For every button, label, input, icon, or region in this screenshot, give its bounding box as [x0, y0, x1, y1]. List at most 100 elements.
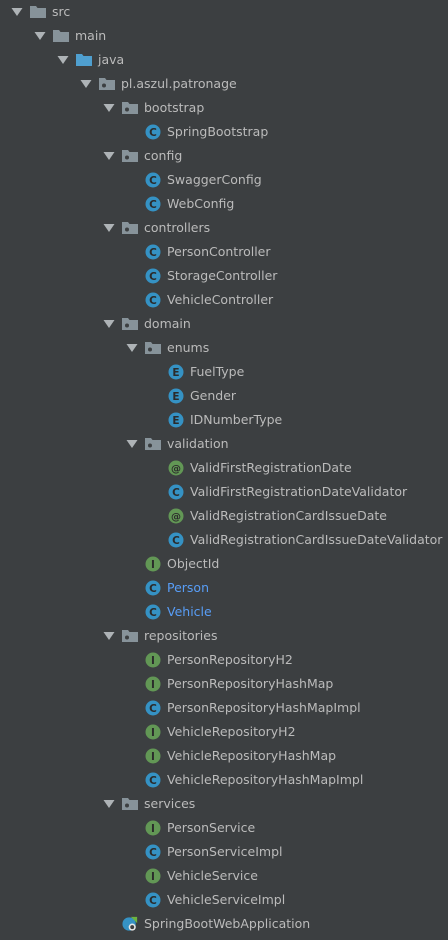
tree-row-label: config [144, 148, 183, 163]
tree-row-services[interactable]: services [0, 792, 448, 816]
tree-row-personrepositoryhashmapimpl[interactable]: C PersonRepositoryHashMapImpl [0, 696, 448, 720]
svg-text:C: C [149, 175, 157, 187]
expand-arrow-icon[interactable] [103, 317, 115, 331]
folder-icon [30, 4, 46, 20]
tree-row-vehiclerepositoryh2[interactable]: I VehicleRepositoryH2 [0, 720, 448, 744]
svg-text:C: C [149, 703, 157, 715]
expand-arrow-icon[interactable] [103, 101, 115, 115]
interface-icon: I [145, 868, 161, 884]
tree-row-person[interactable]: C Person [0, 576, 448, 600]
tree-row-main[interactable]: main [0, 24, 448, 48]
tree-row-vehiclerepositoryhashmap[interactable]: I VehicleRepositoryHashMap [0, 744, 448, 768]
tree-row-label: ObjectId [167, 556, 220, 571]
tree-row-domain[interactable]: domain [0, 312, 448, 336]
tree-row-validregistrationcardissuedate[interactable]: @ ValidRegistrationCardIssueDate [0, 504, 448, 528]
tree-row-label: SpringBootstrap [167, 124, 269, 139]
svg-text:C: C [149, 127, 157, 139]
tree-row-label: PersonRepositoryH2 [167, 652, 293, 667]
svg-text:C: C [149, 583, 157, 595]
enum-icon: E [168, 388, 184, 404]
tree-row-personservice[interactable]: I PersonService [0, 816, 448, 840]
tree-row-label: PersonService [167, 820, 256, 835]
tree-row-label: main [75, 28, 107, 43]
tree-row-personrepositoryhashmap[interactable]: I PersonRepositoryHashMap [0, 672, 448, 696]
expand-arrow-icon[interactable] [103, 797, 115, 811]
svg-text:E: E [172, 367, 179, 379]
tree-row-personserviceimpl[interactable]: C PersonServiceImpl [0, 840, 448, 864]
tree-row-java[interactable]: java [0, 48, 448, 72]
tree-row-label: ValidFirstRegistrationDateValidator [190, 484, 408, 499]
expand-arrow-icon[interactable] [11, 5, 23, 19]
tree-row-label: VehicleService [167, 868, 258, 883]
tree-row-objectid[interactable]: I ObjectId [0, 552, 448, 576]
tree-row-repositories[interactable]: repositories [0, 624, 448, 648]
tree-row-label: domain [144, 316, 191, 331]
tree-row-storagecontroller[interactable]: C StorageController [0, 264, 448, 288]
svg-text:I: I [151, 751, 155, 763]
source-root-folder-icon [76, 52, 92, 68]
svg-text:C: C [149, 295, 157, 307]
tree-row-label: VehicleRepositoryH2 [167, 724, 296, 739]
enum-icon: E [168, 412, 184, 428]
expand-arrow-icon[interactable] [103, 629, 115, 643]
class-icon: C [168, 532, 184, 548]
tree-row-springbootstrap[interactable]: C SpringBootstrap [0, 120, 448, 144]
tree-row-config[interactable]: config [0, 144, 448, 168]
tree-row-label: Gender [190, 388, 237, 403]
tree-row-vehicleserviceimpl[interactable]: C VehicleServiceImpl [0, 888, 448, 912]
folder-icon [53, 28, 69, 44]
tree-row-webconfig[interactable]: C WebConfig [0, 192, 448, 216]
tree-row-swaggerconfig[interactable]: C SwaggerConfig [0, 168, 448, 192]
tree-row-idnumbertype[interactable]: E IDNumberType [0, 408, 448, 432]
tree-row-label: VehicleController [167, 292, 274, 307]
tree-row-src[interactable]: src [0, 0, 448, 24]
svg-text:C: C [149, 199, 157, 211]
tree-row-label: java [98, 52, 125, 67]
tree-row-vehicleservice[interactable]: I VehicleService [0, 864, 448, 888]
tree-row-personcontroller[interactable]: C PersonController [0, 240, 448, 264]
tree-row-validfirstregistrationdatevalidator[interactable]: C ValidFirstRegistrationDateValidator [0, 480, 448, 504]
tree-row-label: WebConfig [167, 196, 235, 211]
tree-row-personrepositoryh2[interactable]: I PersonRepositoryH2 [0, 648, 448, 672]
class-icon: C [145, 124, 161, 140]
expand-arrow-icon[interactable] [126, 437, 138, 451]
svg-text:C: C [172, 487, 180, 499]
tree-row-vehiclecontroller[interactable]: C VehicleController [0, 288, 448, 312]
tree-row-label: Person [167, 580, 210, 595]
expand-arrow-icon[interactable] [103, 149, 115, 163]
class-icon: C [145, 772, 161, 788]
tree-row-label: VehicleRepositoryHashMapImpl [167, 772, 364, 787]
tree-row-label: services [144, 796, 196, 811]
svg-text:I: I [151, 823, 155, 835]
tree-row-controllers[interactable]: controllers [0, 216, 448, 240]
tree-row-pl-aszul-patronage[interactable]: pl.aszul.patronage [0, 72, 448, 96]
tree-row-bootstrap[interactable]: bootstrap [0, 96, 448, 120]
svg-text:C: C [149, 247, 157, 259]
tree-row-gender[interactable]: E Gender [0, 384, 448, 408]
tree-row-springbootwebapplication[interactable]: SpringBootWebApplication [0, 912, 448, 936]
tree-row-vehiclerepositoryhashmapimpl[interactable]: C VehicleRepositoryHashMapImpl [0, 768, 448, 792]
svg-text:I: I [151, 679, 155, 691]
tree-row-fueltype[interactable]: E FuelType [0, 360, 448, 384]
tree-row-validation[interactable]: validation [0, 432, 448, 456]
tree-row-label: PersonRepositoryHashMap [167, 676, 334, 691]
tree-row-validregistrationcardissuedatevalidator[interactable]: C ValidRegistrationCardIssueDateValidator [0, 528, 448, 552]
tree-row-label: controllers [144, 220, 211, 235]
package-icon [122, 628, 138, 644]
tree-row-label: ValidFirstRegistrationDate [190, 460, 352, 475]
svg-text:@: @ [171, 512, 181, 523]
expand-arrow-icon[interactable] [80, 77, 92, 91]
expand-arrow-icon[interactable] [103, 221, 115, 235]
expand-arrow-icon[interactable] [57, 53, 69, 67]
svg-text:E: E [172, 415, 179, 427]
interface-icon: I [145, 748, 161, 764]
tree-row-label: bootstrap [144, 100, 205, 115]
tree-row-enums[interactable]: enums [0, 336, 448, 360]
tree-row-validfirstregistrationdate[interactable]: @ ValidFirstRegistrationDate [0, 456, 448, 480]
tree-row-label: FuelType [190, 364, 245, 379]
tree-row-label: SpringBootWebApplication [144, 916, 311, 931]
expand-arrow-icon[interactable] [126, 341, 138, 355]
tree-row-vehicle[interactable]: C Vehicle [0, 600, 448, 624]
expand-arrow-icon[interactable] [34, 29, 46, 43]
svg-text:I: I [151, 655, 155, 667]
